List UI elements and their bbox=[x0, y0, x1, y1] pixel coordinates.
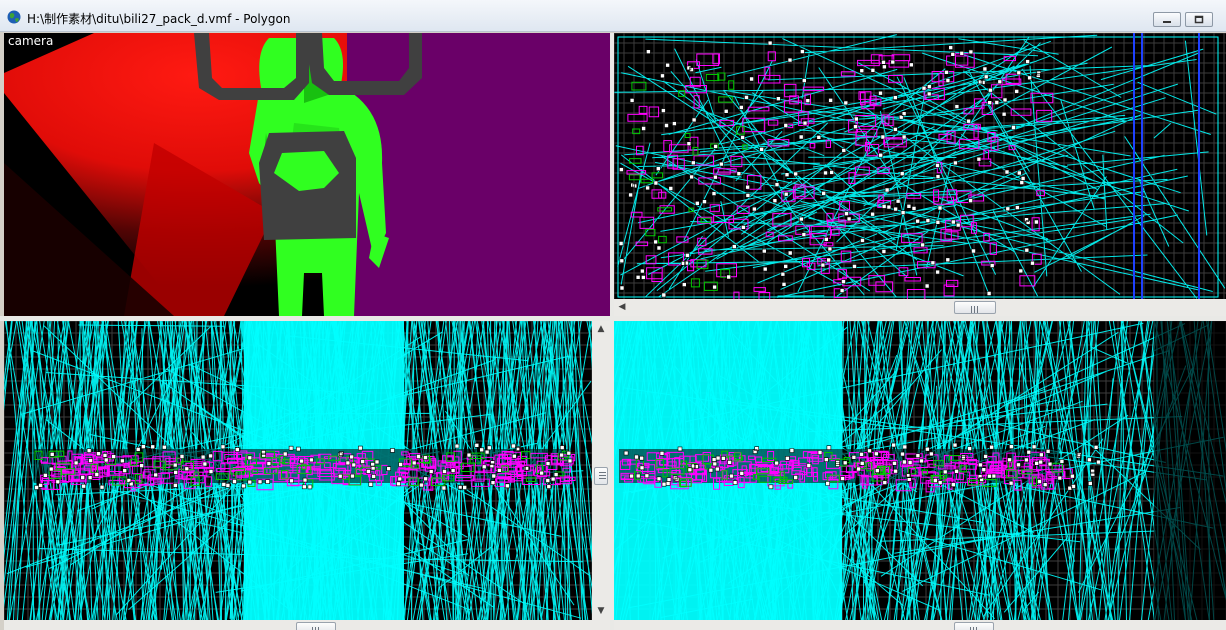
restore-icon bbox=[1194, 15, 1204, 24]
scroll-up-icon[interactable]: ▲ bbox=[593, 321, 609, 337]
scroll-down-icon[interactable]: ▼ bbox=[593, 603, 609, 619]
scroll-thumb[interactable] bbox=[954, 301, 996, 314]
camera-viewport[interactable]: camera bbox=[4, 33, 610, 316]
top-2d-viewport[interactable] bbox=[614, 33, 1226, 299]
top-view-horizontal-scrollbar[interactable]: ◀ bbox=[614, 299, 1226, 316]
side-view-wireframe bbox=[614, 321, 1226, 620]
scroll-thumb[interactable] bbox=[954, 622, 994, 630]
window-title: H:\制作素材\ditu\bili27_pack_d.vmf - Polygon bbox=[27, 12, 291, 26]
top-view-wireframe bbox=[614, 33, 1226, 299]
camera-scene bbox=[4, 33, 610, 316]
camera-label: camera bbox=[5, 34, 57, 49]
scroll-thumb[interactable] bbox=[296, 622, 336, 630]
minimize-button[interactable] bbox=[1153, 12, 1181, 27]
restore-button[interactable] bbox=[1185, 12, 1213, 27]
front-view-horizontal-scrollbar[interactable] bbox=[4, 620, 610, 630]
scroll-left-icon[interactable]: ◀ bbox=[614, 299, 630, 315]
front-2d-viewport[interactable] bbox=[4, 321, 592, 620]
minimize-icon bbox=[1163, 20, 1171, 23]
side-2d-viewport[interactable] bbox=[614, 321, 1226, 620]
title-bar: H:\制作素材\ditu\bili27_pack_d.vmf - Polygon bbox=[0, 0, 1226, 32]
side-view-horizontal-scrollbar[interactable] bbox=[614, 620, 1226, 630]
front-view-vertical-scrollbar[interactable]: ▲ ▼ bbox=[592, 321, 610, 620]
front-view-wireframe bbox=[4, 321, 592, 620]
scroll-thumb[interactable] bbox=[594, 467, 608, 485]
globe-icon bbox=[7, 10, 21, 24]
